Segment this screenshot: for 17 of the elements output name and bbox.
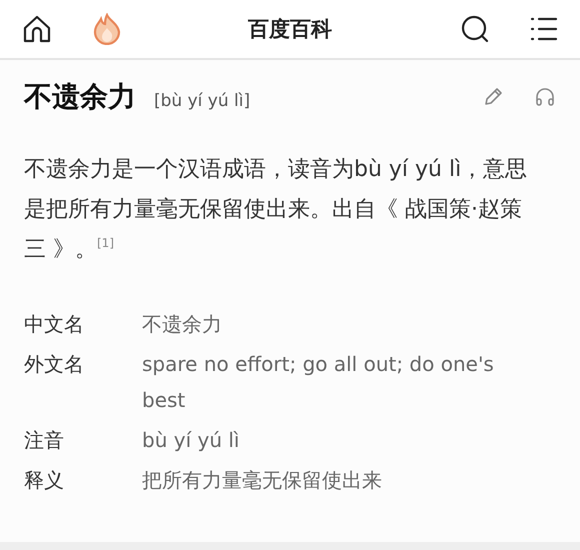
info-label: 释义	[24, 467, 65, 494]
home-icon[interactable]	[22, 14, 52, 44]
info-label: 注音	[24, 427, 65, 454]
pencil-icon[interactable]	[482, 86, 504, 108]
info-label: 外文名	[24, 351, 85, 378]
info-value: 把所有力量毫无保留使出来	[142, 467, 383, 494]
menu-icon[interactable]	[530, 16, 558, 42]
app-title: 百度百科	[247, 16, 333, 43]
info-label: 中文名	[24, 311, 85, 338]
info-value: 不遗余力	[142, 311, 223, 338]
search-icon[interactable]	[460, 14, 490, 44]
entry-pinyin: [bù yí yú lì]	[154, 91, 250, 111]
summary-paragraph: 不遗余力是一个汉语成语，读音为bù yí yú lì，意思是把所有力量毫无保留使出来。出自《 战国策·赵策三 》。$^{[1]}$	[24, 156, 528, 264]
entry-title: 不遗余力	[24, 79, 136, 115]
flame-icon[interactable]	[92, 13, 122, 45]
info-value: bù yí yú lì	[142, 427, 240, 454]
headphones-icon[interactable]	[534, 86, 556, 108]
